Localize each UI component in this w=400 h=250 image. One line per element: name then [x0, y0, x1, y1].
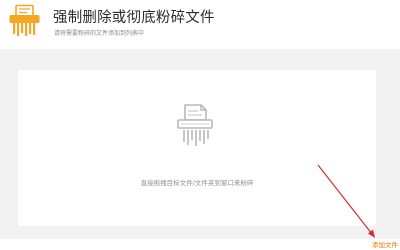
page-subtitle: 请将需要粉碎的文件添加到列表中 — [54, 30, 145, 37]
shredder-icon — [170, 101, 220, 151]
shredder-app-icon — [8, 4, 41, 37]
drop-hint-text: 直接拖拽目标文件/文件夹到窗口来粉碎 — [140, 179, 254, 187]
add-file-button[interactable]: 添加文件 — [372, 239, 398, 249]
drop-zone[interactable]: 直接拖拽目标文件/文件夹到窗口来粉碎 — [18, 70, 376, 226]
header: 强制删除或彻底粉碎文件 请将需要粉碎的文件添加到列表中 — [0, 0, 400, 42]
shredder-app: 强制删除或彻底粉碎文件 请将需要粉碎的文件添加到列表中 直接拖拽目标文件/文件夹… — [0, 0, 400, 250]
file-list-panel: 直接拖拽目标文件/文件夹到窗口来粉碎 — [0, 49, 400, 239]
page-title: 强制删除或彻底粉碎文件 — [53, 10, 215, 26]
